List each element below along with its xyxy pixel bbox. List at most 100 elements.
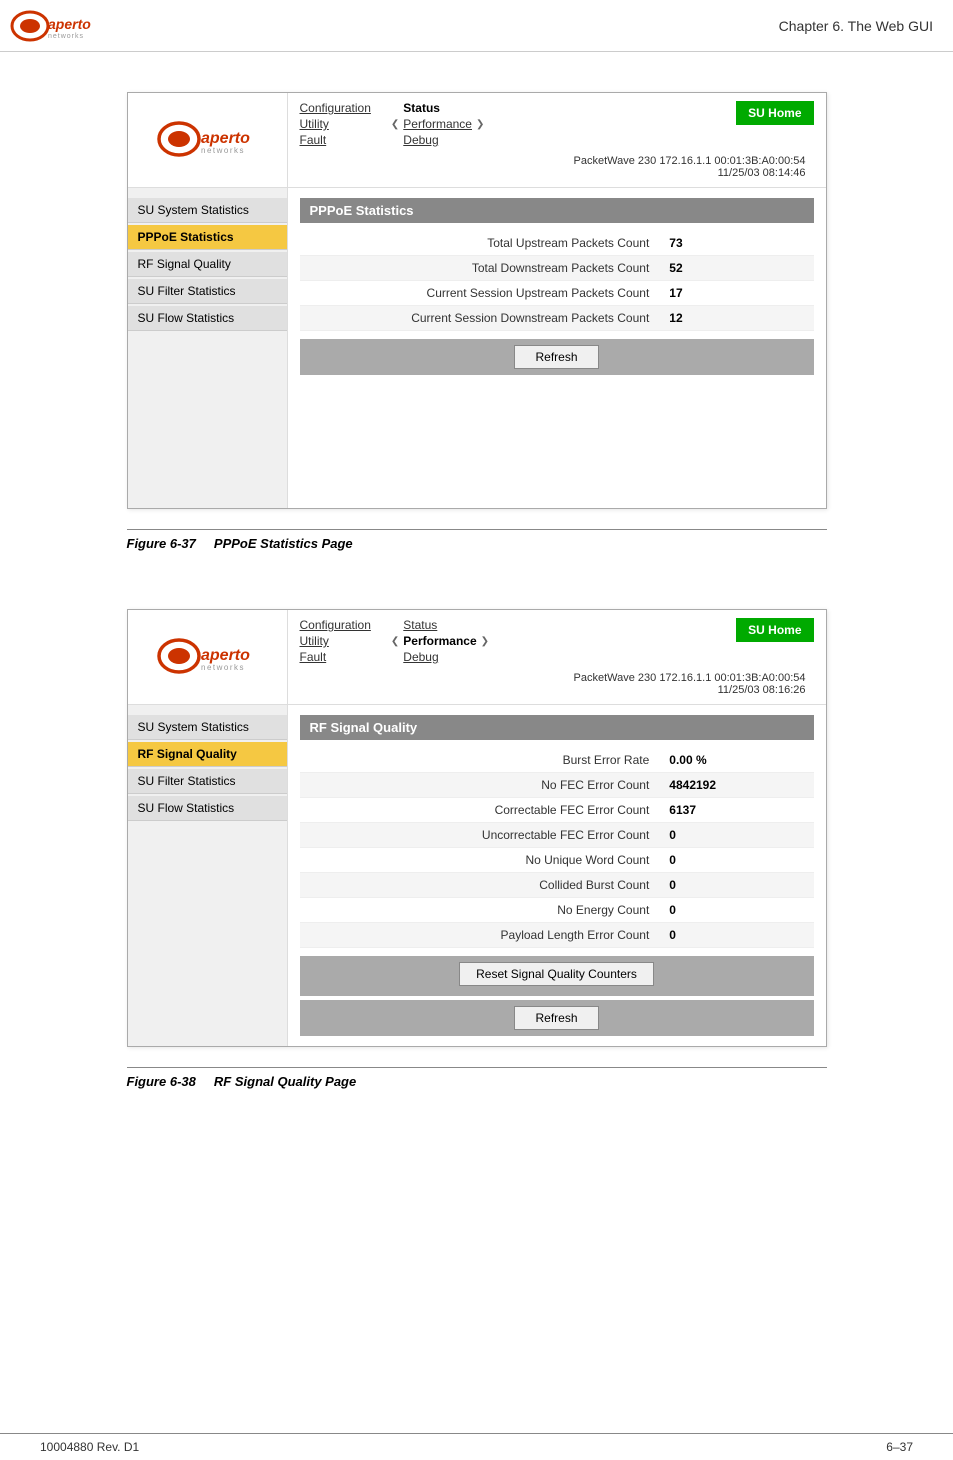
nav-configuration-2[interactable]: Configuration	[300, 618, 371, 632]
nav-performance-2[interactable]: Performance	[403, 634, 476, 648]
stat-value: 6137	[659, 798, 813, 823]
stat-value: 0	[659, 873, 813, 898]
nav-col1: Configuration Utility Fault	[300, 101, 371, 147]
nav-utility-1[interactable]: Utility	[300, 117, 371, 131]
app-header-1: aperto networks SU Home Configuration Ut…	[128, 93, 826, 188]
table-row: No FEC Error Count 4842192	[300, 773, 814, 798]
page-footer: 10004880 Rev. D1 6–37	[0, 1433, 953, 1460]
sidebar-item-su-filter-1[interactable]: SU Filter Statistics	[128, 279, 287, 304]
stat-label: Current Session Downstream Packets Count	[300, 306, 660, 331]
content-area-1: PPPoE Statistics Total Upstream Packets …	[288, 188, 826, 508]
stat-label: No FEC Error Count	[300, 773, 660, 798]
stat-value: 12	[659, 306, 813, 331]
figure-label-2: Figure 6-38	[127, 1074, 196, 1089]
content-area-2: RF Signal Quality Burst Error Rate 0.00 …	[288, 705, 826, 1046]
device-info-2: PacketWave 230 172.16.1.1 00:01:3B:A0:00…	[300, 672, 814, 696]
sidebar-item-rf-signal-1[interactable]: RF Signal Quality	[128, 252, 287, 277]
stats-table-1: Total Upstream Packets Count 73 Total Do…	[300, 231, 814, 331]
content-title-2: RF Signal Quality	[300, 715, 814, 740]
nav-configuration-1[interactable]: Configuration	[300, 101, 371, 115]
stat-value: 0.00 %	[659, 748, 813, 773]
nav-performance-1[interactable]: Performance	[403, 117, 472, 131]
sidebar-item-rf-signal-quality[interactable]: RF Signal Quality	[128, 742, 287, 767]
table-row: Total Upstream Packets Count 73	[300, 231, 814, 256]
sidebar-2: SU System Statistics RF Signal Quality S…	[128, 705, 288, 1046]
device-info-1: PacketWave 230 172.16.1.1 00:01:3B:A0:00…	[300, 155, 814, 179]
stat-value: 4842192	[659, 773, 813, 798]
sidebar-item-su-flow-1[interactable]: SU Flow Statistics	[128, 306, 287, 331]
svg-text:networks: networks	[201, 146, 245, 155]
chapter-title: Chapter 6. The Web GUI	[779, 18, 933, 34]
stat-value: 73	[659, 231, 813, 256]
stat-label: Payload Length Error Count	[300, 923, 660, 948]
stat-label: Uncorrectable FEC Error Count	[300, 823, 660, 848]
nav-fault-1[interactable]: Fault	[300, 133, 371, 147]
svg-text:networks: networks	[201, 663, 245, 672]
sidebar-item-su-system-stats-2[interactable]: SU System Statistics	[128, 715, 287, 740]
table-row: Correctable FEC Error Count 6137	[300, 798, 814, 823]
sidebar-item-su-system-stats-1[interactable]: SU System Statistics	[128, 198, 287, 223]
sidebar-item-su-filter-2[interactable]: SU Filter Statistics	[128, 769, 287, 794]
stat-label: Total Upstream Packets Count	[300, 231, 660, 256]
stat-label: Correctable FEC Error Count	[300, 798, 660, 823]
svg-text:aperto: aperto	[48, 16, 91, 32]
nav-status-2[interactable]: Status	[403, 618, 476, 632]
logo-area: aperto networks	[10, 7, 100, 45]
svg-text:aperto: aperto	[201, 130, 250, 147]
chevron-left-2: ❮	[391, 636, 399, 647]
table-row: Burst Error Rate 0.00 %	[300, 748, 814, 773]
stat-label: No Unique Word Count	[300, 848, 660, 873]
footer-right: 6–37	[886, 1440, 913, 1454]
page-header: aperto networks Chapter 6. The Web GUI	[0, 0, 953, 52]
figure-caption-1: Figure 6-37 PPPoE Statistics Page	[127, 529, 827, 551]
refresh-button-2[interactable]: Refresh	[514, 1006, 598, 1030]
figure-label-1: Figure 6-37	[127, 536, 196, 551]
app-header-2: aperto networks SU Home Configuration Ut…	[128, 610, 826, 705]
stat-value: 0	[659, 923, 813, 948]
sidebar-1: SU System Statistics PPPoE Statistics RF…	[128, 188, 288, 508]
btn-bar-1: Refresh	[300, 339, 814, 375]
table-row: No Unique Word Count 0	[300, 848, 814, 873]
figure-caption-2: Figure 6-38 RF Signal Quality Page	[127, 1067, 827, 1089]
svg-text:aperto: aperto	[201, 647, 250, 664]
chevron-right-1: ❯	[476, 119, 484, 130]
stat-label: Burst Error Rate	[300, 748, 660, 773]
nav-fault-2[interactable]: Fault	[300, 650, 371, 664]
nav-debug-1[interactable]: Debug	[403, 133, 472, 147]
table-row: Uncorrectable FEC Error Count 0	[300, 823, 814, 848]
nav-utility-2[interactable]: Utility	[300, 634, 371, 648]
svg-text:networks: networks	[48, 33, 84, 40]
btn-bar-2: Refresh	[300, 1000, 814, 1036]
nav-debug-2[interactable]: Debug	[403, 650, 476, 664]
sidebar-item-pppoe-stats[interactable]: PPPoE Statistics	[128, 225, 287, 250]
stat-value: 0	[659, 823, 813, 848]
chevron-left-1: ❮	[391, 119, 399, 130]
screenshot-frame-2: aperto networks SU Home Configuration Ut…	[127, 609, 827, 1047]
table-row: Payload Length Error Count 0	[300, 923, 814, 948]
app-logo-2: aperto networks	[128, 610, 288, 704]
reset-signal-quality-button[interactable]: Reset Signal Quality Counters	[459, 962, 654, 986]
app-nav-1: SU Home Configuration Utility Fault ❮ St…	[288, 93, 826, 187]
nav-status-1[interactable]: Status	[403, 101, 472, 115]
page-body: aperto networks SU Home Configuration Ut…	[0, 52, 953, 1177]
stats-table-2: Burst Error Rate 0.00 % No FEC Error Cou…	[300, 748, 814, 948]
aperto-logo: aperto networks	[10, 7, 100, 45]
stat-value: 17	[659, 281, 813, 306]
stat-value: 0	[659, 848, 813, 873]
table-row: Current Session Downstream Packets Count…	[300, 306, 814, 331]
table-row: Collided Burst Count 0	[300, 873, 814, 898]
su-home-button-1[interactable]: SU Home	[736, 101, 813, 125]
figure-title-2: RF Signal Quality Page	[214, 1074, 356, 1089]
stat-label: Total Downstream Packets Count	[300, 256, 660, 281]
stat-label: Collided Burst Count	[300, 873, 660, 898]
app-body-2: SU System Statistics RF Signal Quality S…	[128, 705, 826, 1046]
refresh-button-1[interactable]: Refresh	[514, 345, 598, 369]
footer-left: 10004880 Rev. D1	[40, 1440, 139, 1454]
stat-value: 52	[659, 256, 813, 281]
figure-title-1: PPPoE Statistics Page	[214, 536, 353, 551]
table-row: Current Session Upstream Packets Count 1…	[300, 281, 814, 306]
sidebar-item-su-flow-2[interactable]: SU Flow Statistics	[128, 796, 287, 821]
app-nav-2: SU Home Configuration Utility Fault ❮ St…	[288, 610, 826, 704]
nav-col2: Status Performance Debug	[403, 101, 472, 147]
su-home-button-2[interactable]: SU Home	[736, 618, 813, 642]
